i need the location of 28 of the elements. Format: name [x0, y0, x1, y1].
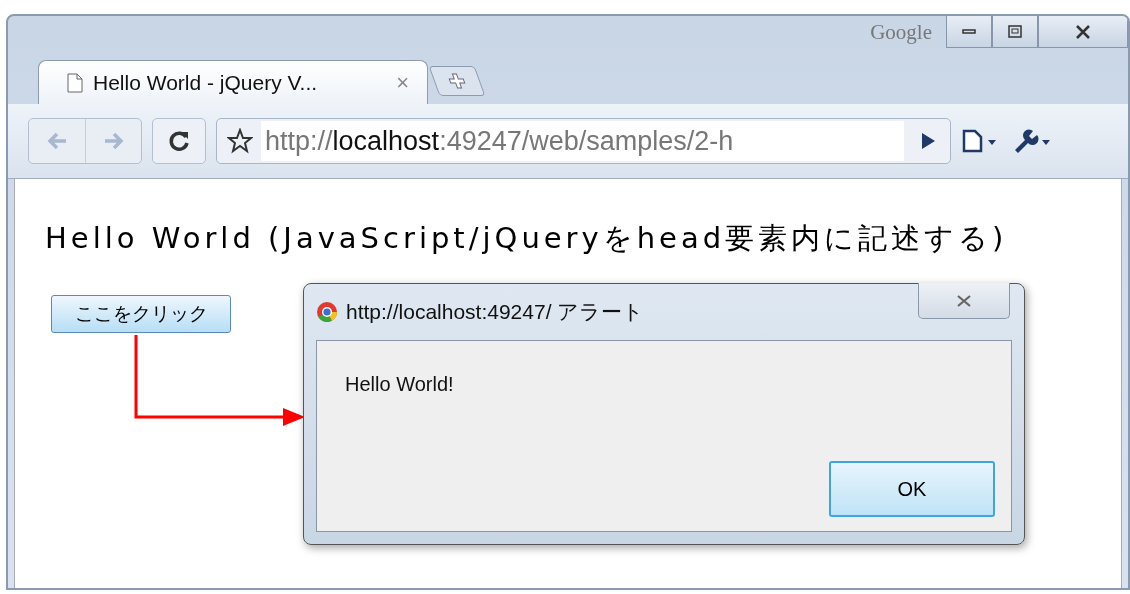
close-button[interactable] [1038, 16, 1128, 48]
close-icon [1074, 24, 1092, 39]
reload-icon [167, 129, 191, 153]
page-icon [67, 72, 83, 93]
star-icon[interactable] [227, 128, 253, 154]
forward-arrow-icon [102, 131, 125, 151]
go-icon[interactable] [920, 132, 936, 150]
browser-tab[interactable]: Hello World - jQuery V... × [38, 60, 428, 104]
plus-icon [446, 73, 468, 89]
maximize-icon [1006, 24, 1024, 39]
minimize-icon [962, 29, 976, 34]
new-tab-button[interactable] [428, 66, 486, 96]
brand-label: Google [870, 20, 932, 45]
page-heading: Hello World (JavaScript/jQueryをhead要素内に記述する) [45, 220, 1009, 257]
minimize-button[interactable] [946, 16, 992, 48]
address-bar[interactable]: http://localhost:49247/web/samples/2-h [216, 118, 951, 164]
reload-button[interactable] [152, 118, 206, 164]
maximize-button[interactable] [992, 16, 1038, 48]
alert-message: Hello World! [345, 373, 454, 396]
chrome-logo-icon [316, 301, 338, 323]
click-here-button[interactable]: ここをクリック [51, 295, 231, 333]
ok-button[interactable]: OK [829, 461, 995, 517]
back-arrow-icon [46, 131, 68, 151]
tab-title: Hello World - jQuery V... [93, 70, 319, 95]
dialog-close-button[interactable] [918, 283, 1010, 319]
url-text: http://localhost:49247/web/samples/2-h [261, 121, 904, 161]
dialog-title: http://localhost:49247/ アラート [346, 299, 645, 325]
close-icon [955, 294, 973, 307]
